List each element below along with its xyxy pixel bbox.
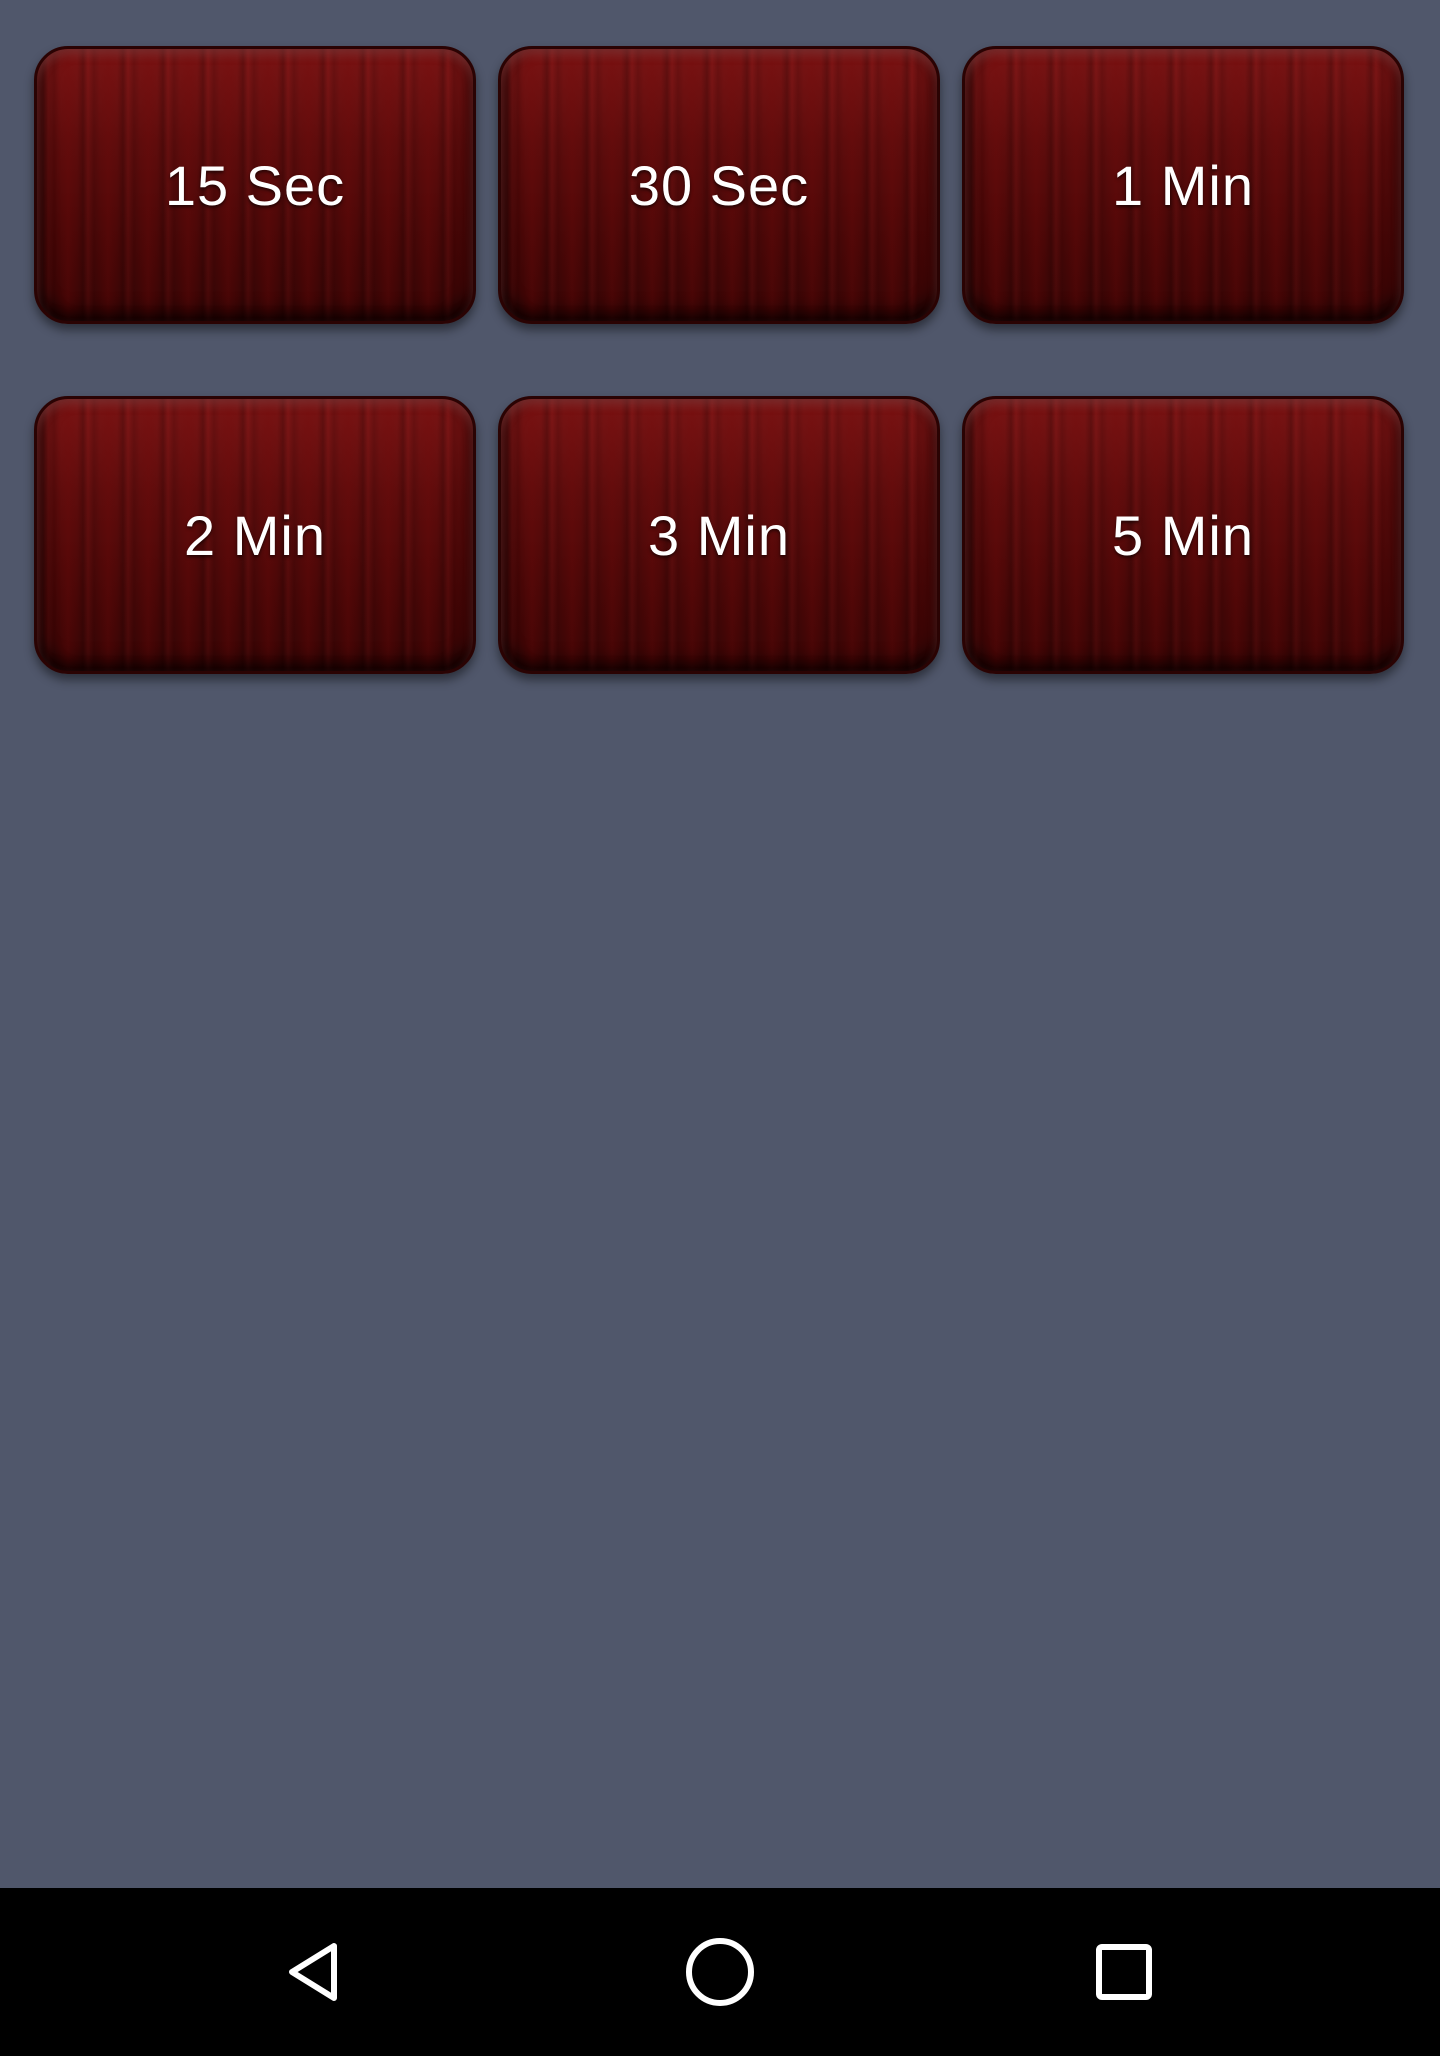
recents-square-icon	[1096, 1944, 1152, 2000]
duration-2-min-button[interactable]: 2 Min	[34, 396, 476, 674]
system-navigation-bar	[0, 1888, 1440, 2056]
button-label: 15 Sec	[164, 153, 346, 217]
back-triangle-icon	[289, 1943, 337, 2001]
timer-selection-area: 15 Sec 30 Sec 1 Min 2 Min 3 Min 5 Min	[0, 0, 1440, 1888]
duration-5-min-button[interactable]: 5 Min	[962, 396, 1404, 674]
button-label: 5 Min	[1112, 503, 1254, 567]
duration-1-min-button[interactable]: 1 Min	[962, 46, 1404, 324]
back-button[interactable]	[236, 1888, 396, 2056]
duration-button-grid: 15 Sec 30 Sec 1 Min 2 Min 3 Min 5 Min	[34, 46, 1404, 674]
button-label: 1 Min	[1112, 153, 1254, 217]
duration-15-sec-button[interactable]: 15 Sec	[34, 46, 476, 324]
home-circle-icon	[686, 1938, 754, 2006]
duration-30-sec-button[interactable]: 30 Sec	[498, 46, 940, 324]
duration-3-min-button[interactable]: 3 Min	[498, 396, 940, 674]
button-label: 3 Min	[648, 503, 790, 567]
home-button[interactable]	[640, 1888, 800, 2056]
screen: 15 Sec 30 Sec 1 Min 2 Min 3 Min 5 Min	[0, 0, 1440, 2056]
button-label: 2 Min	[184, 503, 326, 567]
button-label: 30 Sec	[628, 153, 810, 217]
recents-button[interactable]	[1044, 1888, 1204, 2056]
